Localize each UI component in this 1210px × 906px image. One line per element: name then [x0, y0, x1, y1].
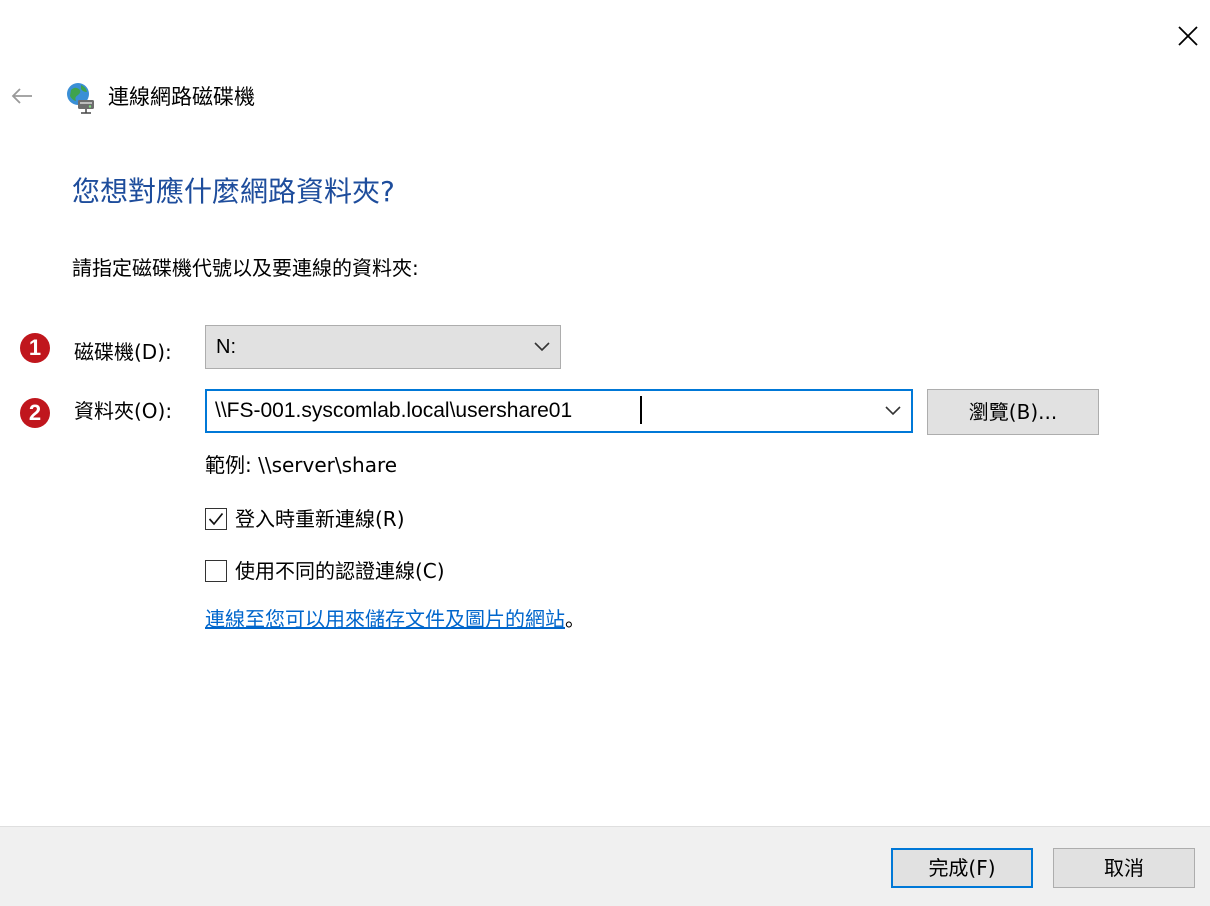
link-suffix: 。: [565, 607, 585, 631]
different-credentials-label: 使用不同的認證連線(C): [235, 559, 445, 583]
example-text: 範例: \\server\share: [205, 453, 398, 477]
reconnect-checkbox-row[interactable]: 登入時重新連線(R): [205, 504, 405, 534]
window-title: 連線網路磁碟機: [108, 85, 255, 109]
back-button[interactable]: [8, 82, 36, 110]
footer-bar: 完成(F) 取消: [0, 826, 1210, 906]
checkmark-icon: [208, 512, 224, 526]
folder-combobox[interactable]: [205, 389, 913, 433]
website-link-row: 連線至您可以用來儲存文件及圖片的網站。: [205, 604, 585, 634]
reconnect-label: 登入時重新連線(R): [235, 507, 405, 531]
drive-letter-select[interactable]: N:: [205, 325, 561, 369]
back-arrow-icon: [11, 88, 32, 104]
website-link[interactable]: 連線至您可以用來儲存文件及圖片的網站: [205, 607, 565, 631]
folder-path-input[interactable]: [207, 391, 875, 431]
drive-letter-value: N:: [216, 335, 236, 358]
cancel-button[interactable]: 取消: [1053, 848, 1195, 888]
browse-button[interactable]: 瀏覽(B)...: [927, 389, 1099, 435]
network-drive-icon: [67, 83, 94, 114]
map-network-drive-window: 連線網路磁碟機 您想對應什麼網路資料夾? 請指定磁碟機代號以及要連線的資料夾: …: [0, 0, 1210, 906]
text-caret: [640, 396, 642, 424]
close-icon: [1178, 26, 1198, 46]
reconnect-checkbox[interactable]: [205, 508, 227, 530]
chevron-down-icon[interactable]: [524, 326, 560, 368]
folder-label: 資料夾(O):: [74, 399, 173, 423]
step-badge-1: 1: [20, 333, 50, 363]
step-badge-2: 2: [20, 398, 50, 428]
different-credentials-checkbox-row[interactable]: 使用不同的認證連線(C): [205, 556, 445, 586]
close-button[interactable]: [1170, 18, 1206, 54]
chevron-down-icon[interactable]: [875, 391, 911, 431]
page-heading: 您想對應什麼網路資料夾?: [72, 175, 395, 208]
drive-label: 磁碟機(D):: [74, 340, 172, 364]
different-credentials-checkbox[interactable]: [205, 560, 227, 582]
instruction-text: 請指定磁碟機代號以及要連線的資料夾:: [72, 256, 419, 280]
finish-button[interactable]: 完成(F): [891, 848, 1033, 888]
